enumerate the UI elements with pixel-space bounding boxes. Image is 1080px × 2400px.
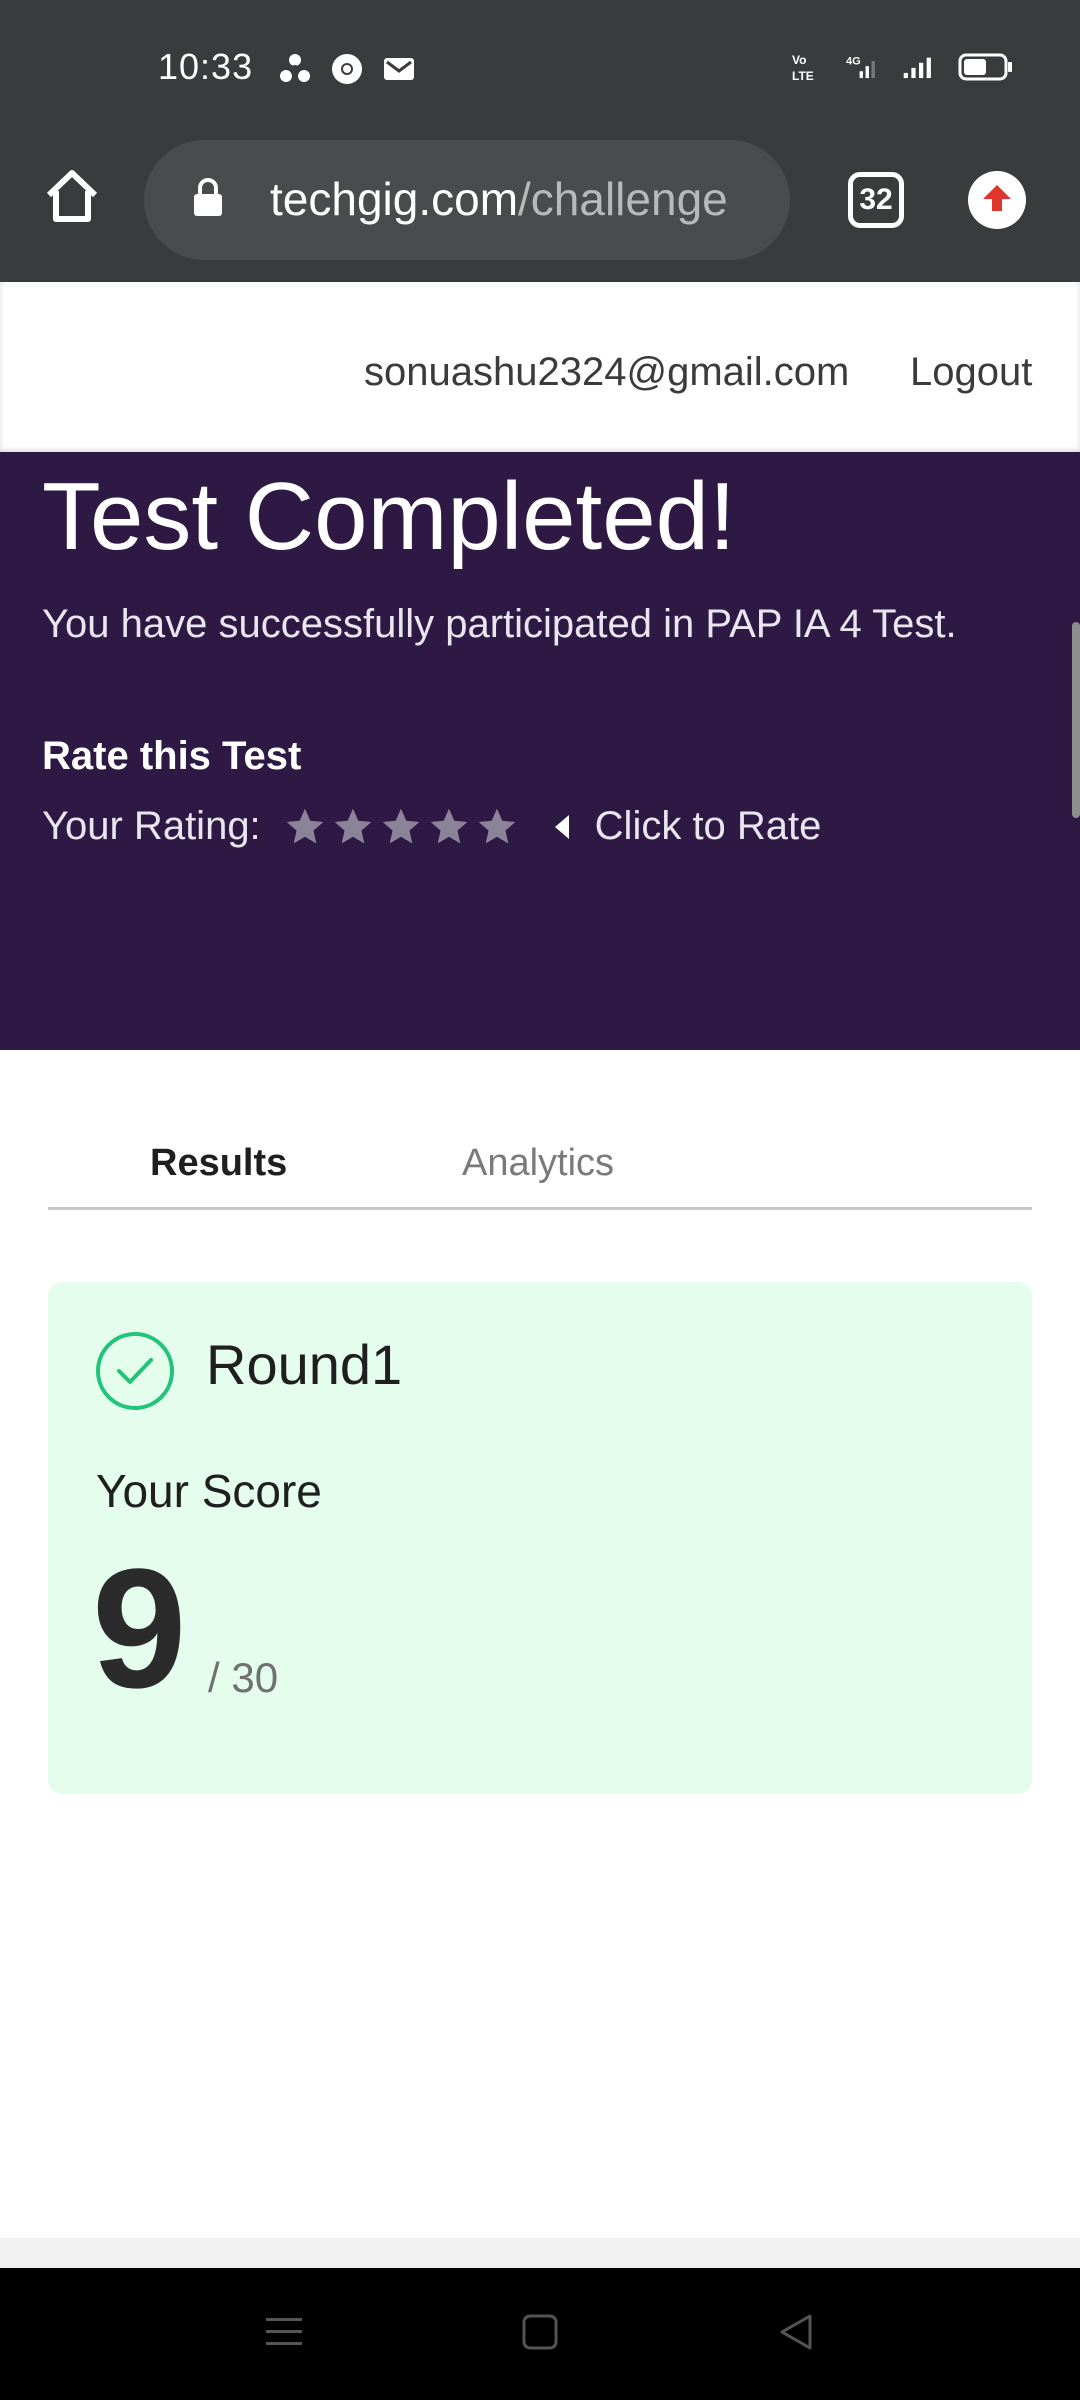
svg-text:LTE: LTE — [792, 69, 814, 83]
chrome-icon — [330, 52, 364, 86]
rate-heading: Rate this Test — [42, 734, 302, 778]
lock-icon — [192, 178, 224, 223]
result-tabs: Results Analytics — [48, 1130, 1032, 1210]
sync-icon — [278, 52, 312, 86]
menu-nav-button[interactable] — [262, 2312, 306, 2356]
round-result-card: Round1 Your Score 9 / 30 — [48, 1282, 1032, 1794]
home-nav-button[interactable] — [518, 2312, 562, 2356]
volte-icon: Vo LTE — [790, 50, 824, 84]
tab-switcher-button[interactable]: 32 — [848, 172, 904, 228]
logout-link[interactable]: Logout — [910, 350, 1032, 395]
page-title: Test Completed! — [42, 463, 736, 570]
url-text: techgig.com/challenge — [270, 172, 728, 226]
star-rating[interactable] — [283, 805, 519, 849]
star-icon-4[interactable] — [427, 805, 471, 849]
upload-button[interactable] — [968, 171, 1026, 229]
score-total: / 30 — [208, 1654, 279, 1701]
rating-row: Your Rating: Click to Rate — [42, 804, 821, 849]
page-bottom-edge — [0, 2238, 1080, 2268]
url-bar[interactable]: techgig.com/challenge — [144, 140, 790, 260]
notification-icons — [278, 52, 416, 86]
rating-label: Your Rating: — [42, 804, 261, 848]
site-header: sonuashu2324@gmail.com Logout — [0, 282, 1080, 452]
square-home-icon — [520, 2312, 560, 2357]
score-label: Your Score — [96, 1465, 322, 1517]
test-completed-banner: Test Completed! You have successfully pa… — [0, 452, 1080, 1050]
star-icon-1[interactable] — [283, 805, 327, 849]
svg-text:4G: 4G — [846, 55, 861, 67]
star-icon-2[interactable] — [331, 805, 375, 849]
gmail-icon — [382, 52, 416, 86]
home-icon — [43, 167, 101, 230]
menu-icon — [264, 2314, 304, 2355]
url-domain: techgig.com — [270, 173, 519, 225]
page-scrollbar[interactable] — [1072, 622, 1080, 818]
url-path: /challenge — [518, 173, 728, 225]
round-name: Round1 — [206, 1333, 403, 1396]
click-to-rate-hint: Click to Rate — [594, 804, 822, 848]
star-icon-3[interactable] — [379, 805, 423, 849]
score-value: 9 — [92, 1534, 187, 1724]
tab-analytics[interactable]: Analytics — [462, 1142, 614, 1185]
signal-icon — [902, 50, 936, 84]
back-nav-button[interactable] — [774, 2312, 818, 2356]
upload-arrow-icon — [980, 181, 1014, 220]
completion-message: You have successfully participated in PA… — [42, 602, 957, 646]
signal-4g-icon: 4G — [846, 50, 880, 84]
system-nav-bar — [0, 2268, 1080, 2400]
battery-icon — [958, 50, 1014, 84]
tab-results[interactable]: Results — [150, 1142, 287, 1185]
user-email: sonuashu2324@gmail.com — [364, 350, 850, 394]
star-icon-5[interactable] — [475, 805, 519, 849]
home-button[interactable] — [40, 166, 104, 230]
browser-toolbar: techgig.com/challenge 32 — [0, 140, 1080, 282]
svg-text:Vo: Vo — [792, 53, 806, 67]
status-bar: 10:33 Vo LTE 4G — [0, 0, 1080, 140]
caret-left-icon — [554, 814, 569, 839]
check-circle-icon — [96, 1332, 174, 1410]
back-triangle-icon — [776, 2312, 816, 2357]
system-icons: Vo LTE 4G — [790, 50, 1014, 84]
status-time: 10:33 — [158, 46, 254, 87]
